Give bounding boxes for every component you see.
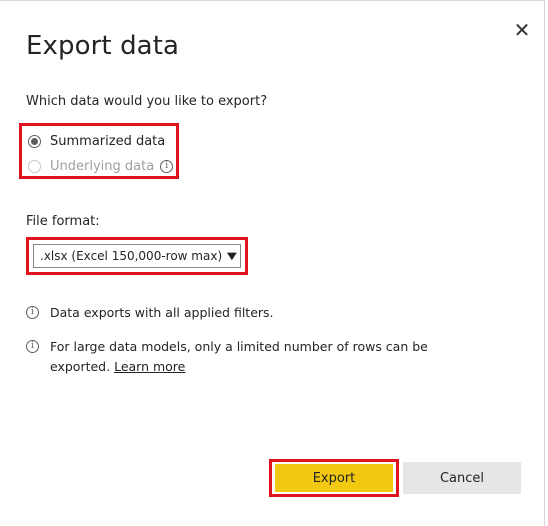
underlying-label: Underlying data <box>50 158 155 174</box>
underlying-radio[interactable] <box>28 159 41 173</box>
info-icon: i <box>26 340 39 353</box>
learn-more-link[interactable]: Learn more <box>114 359 185 374</box>
export-button[interactable]: Export <box>275 464 393 492</box>
file-format-highlight: .xlsx (Excel 150,000-row max) ▼ <box>26 237 248 275</box>
large-models-note-text: For large data models, only a limited nu… <box>50 339 428 374</box>
info-icon[interactable]: i <box>160 159 174 173</box>
radio-option-summarized[interactable]: Summarized data <box>28 131 165 151</box>
chevron-down-icon: ▼ <box>227 250 238 262</box>
close-icon[interactable]: ✕ <box>512 20 532 40</box>
file-format-value: .xlsx (Excel 150,000-row max) <box>40 249 223 263</box>
export-button-highlight: Export <box>269 459 399 497</box>
info-icon: i <box>26 306 39 319</box>
radio-option-underlying[interactable]: Underlying data i <box>28 156 174 176</box>
file-format-label: File format: <box>26 214 100 229</box>
cancel-button[interactable]: Cancel <box>403 462 521 494</box>
file-format-select[interactable]: .xlsx (Excel 150,000-row max) ▼ <box>33 244 241 268</box>
data-type-radio-group: Summarized data Underlying data i <box>19 123 179 179</box>
large-models-note: i For large data models, only a limited … <box>26 337 436 377</box>
export-data-dialog: Export data ✕ Which data would you like … <box>0 0 545 526</box>
summarized-radio[interactable] <box>28 134 41 148</box>
summarized-label: Summarized data <box>50 133 166 149</box>
filters-note-text: Data exports with all applied filters. <box>50 305 274 320</box>
dialog-title: Export data <box>26 31 180 61</box>
filters-note: i Data exports with all applied filters. <box>26 303 274 323</box>
large-models-note-body: For large data models, only a limited nu… <box>50 337 436 377</box>
export-question: Which data would you like to export? <box>26 94 268 109</box>
